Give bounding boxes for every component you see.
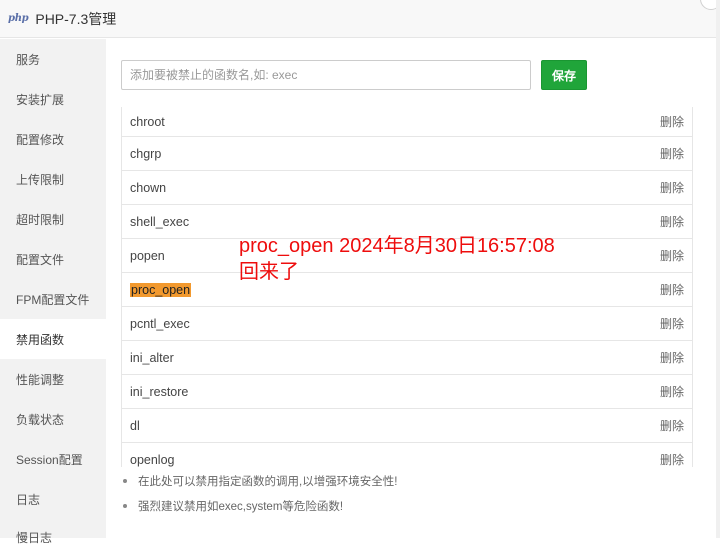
sidebar-item-install-extension[interactable]: 安装扩展: [0, 79, 106, 119]
delete-link[interactable]: 删除: [660, 383, 684, 400]
delete-link[interactable]: 删除: [660, 417, 684, 434]
annotation-line-2: 回来了: [239, 261, 299, 283]
tip-item: 强烈建议禁用如exec,system等危险函数!: [123, 498, 397, 514]
sidebar-item-upload-limit[interactable]: 上传限制: [0, 159, 106, 199]
window-edge: [716, 0, 720, 538]
delete-link[interactable]: 删除: [660, 145, 684, 162]
tip-item: 在此处可以禁用指定函数的调用,以增强环境安全性!: [123, 473, 397, 489]
window-title: PHP-7.3管理: [35, 10, 117, 27]
save-button[interactable]: 保存: [541, 60, 587, 90]
function-name-highlighted: proc_open: [130, 282, 192, 297]
table-row: openlog 删除: [122, 443, 692, 468]
sidebar-item-load-status[interactable]: 负载状态: [0, 399, 106, 439]
function-name: popen: [130, 248, 165, 263]
disabled-functions-table[interactable]: chroot 删除 chgrp 删除 chown 删除 shell_exec 删…: [121, 107, 693, 467]
delete-link[interactable]: 删除: [660, 451, 684, 467]
sidebar-item-session-config[interactable]: Session配置: [0, 439, 106, 479]
delete-link[interactable]: 删除: [660, 315, 684, 332]
red-annotation: proc_open 2024年8月30日16:57:08 回来了: [239, 233, 555, 285]
delete-link[interactable]: 删除: [660, 179, 684, 196]
delete-link[interactable]: 删除: [660, 213, 684, 230]
sidebar-item-config-file[interactable]: 配置文件: [0, 239, 106, 279]
function-name: chgrp: [130, 146, 162, 161]
tips-list: 在此处可以禁用指定函数的调用,以增强环境安全性! 强烈建议禁用如exec,sys…: [123, 473, 397, 523]
table-row: dl 删除: [122, 409, 692, 443]
sidebar-item-timeout-limit[interactable]: 超时限制: [0, 199, 106, 239]
sidebar: 服务 安装扩展 配置修改 上传限制 超时限制 配置文件 FPM配置文件 禁用函数…: [0, 39, 106, 538]
add-function-row: 保存: [121, 60, 587, 90]
function-name: chown: [130, 180, 167, 195]
sidebar-item-log[interactable]: 日志: [0, 479, 106, 519]
table-row: ini_restore 删除: [122, 375, 692, 409]
delete-link[interactable]: 删除: [660, 349, 684, 366]
delete-link[interactable]: 删除: [660, 113, 684, 130]
function-name: shell_exec: [130, 214, 190, 229]
function-name: pcntl_exec: [130, 316, 190, 331]
sidebar-item-config-edit[interactable]: 配置修改: [0, 119, 106, 159]
sidebar-item-fpm-config[interactable]: FPM配置文件: [0, 279, 106, 319]
function-name: dl: [130, 418, 140, 433]
delete-link[interactable]: 删除: [660, 247, 684, 264]
function-name-input[interactable]: [121, 60, 531, 90]
sidebar-item-service[interactable]: 服务: [0, 39, 106, 79]
main-content: 保存 chroot 删除 chgrp 删除 chown 删除 shell_exe…: [106, 39, 716, 538]
php-manager-window: php PHP-7.3管理 服务 安装扩展 配置修改 上传限制 超时限制 配置文…: [0, 0, 720, 545]
table-row: chgrp 删除: [122, 137, 692, 171]
table-row: ini_alter 删除: [122, 341, 692, 375]
table-row: pcntl_exec 删除: [122, 307, 692, 341]
tip-text: 在此处可以禁用指定函数的调用,以增强环境安全性!: [138, 476, 398, 488]
table-row: chown 删除: [122, 171, 692, 205]
bullet-icon: [123, 504, 127, 508]
sidebar-item-disabled-functions[interactable]: 禁用函数: [0, 319, 106, 359]
table-row: chroot 删除: [122, 107, 692, 137]
title-bar: php PHP-7.3管理: [0, 0, 716, 38]
function-name: openlog: [130, 452, 175, 467]
annotation-line-1: proc_open 2024年8月30日16:57:08: [239, 235, 555, 257]
function-name: ini_alter: [130, 350, 174, 365]
function-name: ini_restore: [130, 384, 189, 399]
php-logo-icon: php: [8, 13, 29, 24]
delete-link[interactable]: 删除: [660, 281, 684, 298]
bullet-icon: [123, 479, 127, 483]
tip-text: 强烈建议禁用如exec,system等危险函数!: [138, 501, 344, 513]
sidebar-item-performance[interactable]: 性能调整: [0, 359, 106, 399]
function-name: chroot: [130, 114, 165, 129]
